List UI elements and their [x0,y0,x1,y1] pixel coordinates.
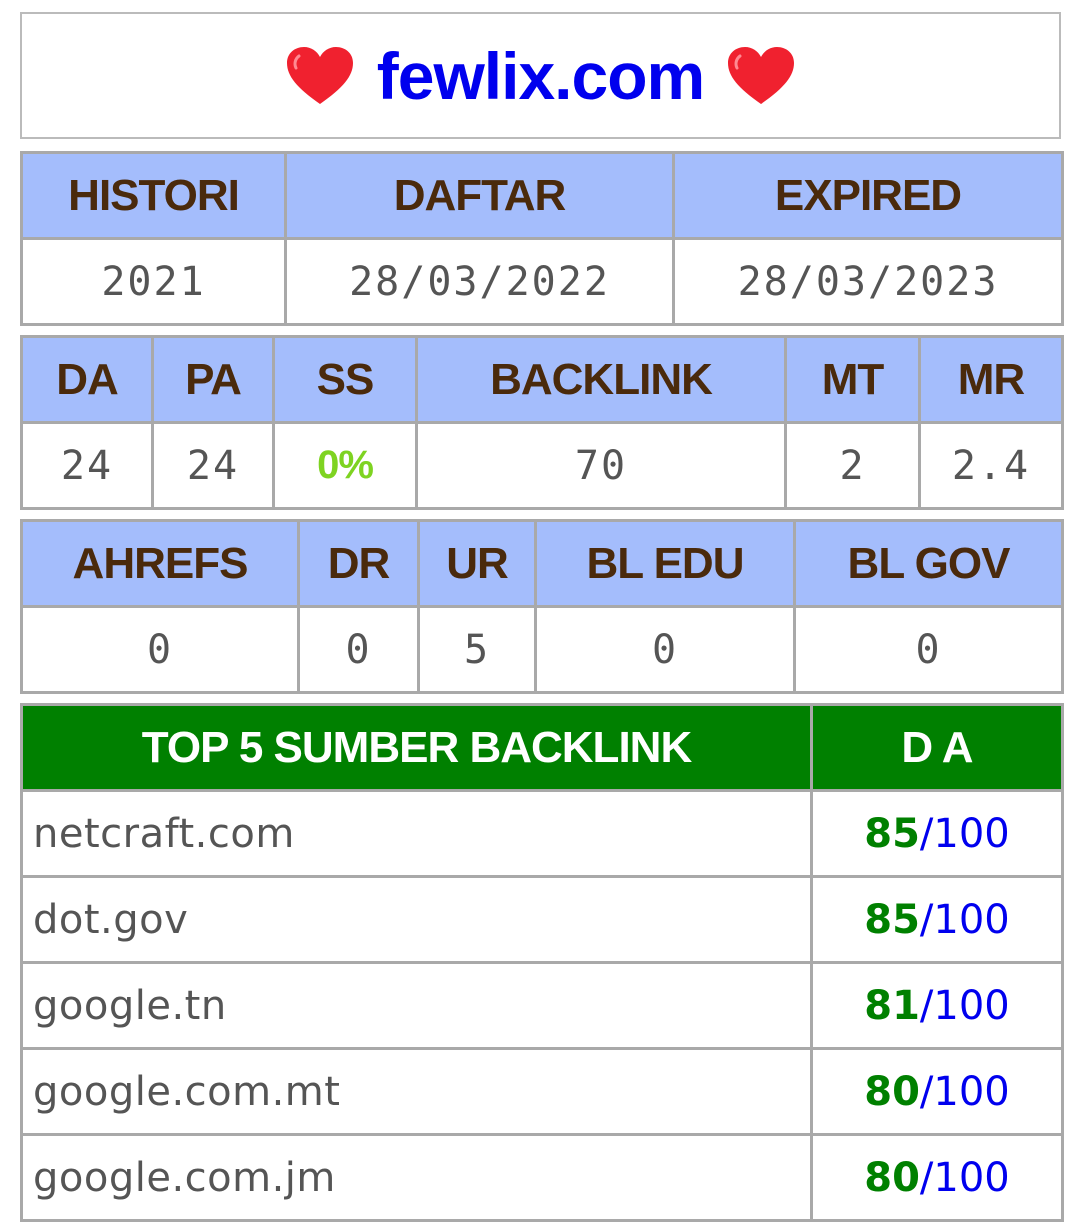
backlink-source: dot.gov [20,875,813,964]
da-column-header: D A [810,703,1064,792]
backlink-source: google.com.mt [20,1047,813,1136]
top-sources-header: TOP 5 SUMBER BACKLINK [20,703,813,792]
mr-value: 2.4 [918,421,1064,510]
table-row: dot.gov 85/100 [20,875,1064,964]
domain-title-banner: fewlix.com [20,12,1061,139]
da-score: 85 [864,896,920,943]
da-max: 100 [933,982,1010,1029]
da-score: 80 [864,1068,920,1115]
ur-value: 5 [417,605,537,694]
ahrefs-value: 0 [20,605,300,694]
expired-value: 28/03/2023 [672,237,1064,326]
metrics-table-container: DA PA SS BACKLINK MT MR 24 24 0% 70 2 2.… [20,335,1064,510]
pa-header: PA [151,335,275,424]
ahrefs-table: AHREFS DR UR BL EDU BL GOV 0 0 5 0 0 [20,519,1064,694]
ahrefs-header-row: AHREFS DR UR BL EDU BL GOV [20,519,1064,608]
table-row: netcraft.com 85/100 [20,789,1064,878]
da-header: DA [20,335,154,424]
da-separator: / [919,896,934,943]
da-separator: / [919,982,934,1029]
backlink-da: 81/100 [810,961,1064,1050]
ur-header: UR [417,519,537,608]
ss-header: SS [272,335,418,424]
pa-value: 24 [151,421,275,510]
backlink-da: 80/100 [810,1133,1064,1222]
da-max: 100 [933,810,1010,857]
backlinks-header-row: TOP 5 SUMBER BACKLINK D A [20,703,1064,792]
da-max: 100 [933,896,1010,943]
metrics-table: DA PA SS BACKLINK MT MR 24 24 0% 70 2 2.… [20,335,1064,510]
backlink-source: google.com.jm [20,1133,813,1222]
ss-value: 0% [272,421,418,510]
ahrefs-header: AHREFS [20,519,300,608]
ahrefs-table-container: AHREFS DR UR BL EDU BL GOV 0 0 5 0 0 [20,519,1064,694]
table-row: google.com.mt 80/100 [20,1047,1064,1136]
dr-header: DR [297,519,420,608]
mt-value: 2 [784,421,921,510]
da-separator: / [919,1154,934,1201]
backlink-header: BACKLINK [415,335,787,424]
backlinks-table: TOP 5 SUMBER BACKLINK D A netcraft.com 8… [20,703,1064,1222]
heart-icon [286,46,353,104]
histori-header: HISTORI [20,151,287,240]
backlink-da: 85/100 [810,875,1064,964]
heart-icon [728,46,795,104]
bl-edu-header: BL EDU [534,519,796,608]
daftar-header: DAFTAR [284,151,675,240]
backlink-source: google.tn [20,961,813,1050]
histori-value: 2021 [20,237,287,326]
bl-gov-header: BL GOV [793,519,1064,608]
dr-value: 0 [297,605,420,694]
expired-header: EXPIRED [672,151,1064,240]
backlink-source: netcraft.com [20,789,813,878]
domain-name: fewlix.com [376,38,705,113]
dates-table: HISTORI DAFTAR EXPIRED 2021 28/03/2022 2… [20,151,1064,326]
mt-header: MT [784,335,921,424]
metrics-header-row: DA PA SS BACKLINK MT MR [20,335,1064,424]
mr-header: MR [918,335,1064,424]
da-separator: / [919,1068,934,1115]
backlink-da: 85/100 [810,789,1064,878]
da-value: 24 [20,421,154,510]
backlink-da: 80/100 [810,1047,1064,1136]
ahrefs-value-row: 0 0 5 0 0 [20,605,1064,694]
da-max: 100 [933,1068,1010,1115]
dates-header-row: HISTORI DAFTAR EXPIRED [20,151,1064,240]
bl-edu-value: 0 [534,605,796,694]
backlinks-table-container: TOP 5 SUMBER BACKLINK D A netcraft.com 8… [20,703,1064,1222]
table-row: google.com.jm 80/100 [20,1133,1064,1222]
table-row: google.tn 81/100 [20,961,1064,1050]
metrics-value-row: 24 24 0% 70 2 2.4 [20,421,1064,510]
da-max: 100 [933,1154,1010,1201]
dates-value-row: 2021 28/03/2022 28/03/2023 [20,237,1064,326]
da-score: 80 [864,1154,920,1201]
da-separator: / [919,810,934,857]
da-score: 85 [864,810,920,857]
daftar-value: 28/03/2022 [284,237,675,326]
dates-table-container: HISTORI DAFTAR EXPIRED 2021 28/03/2022 2… [20,151,1064,326]
backlink-value: 70 [415,421,787,510]
da-score: 81 [864,982,920,1029]
bl-gov-value: 0 [793,605,1064,694]
